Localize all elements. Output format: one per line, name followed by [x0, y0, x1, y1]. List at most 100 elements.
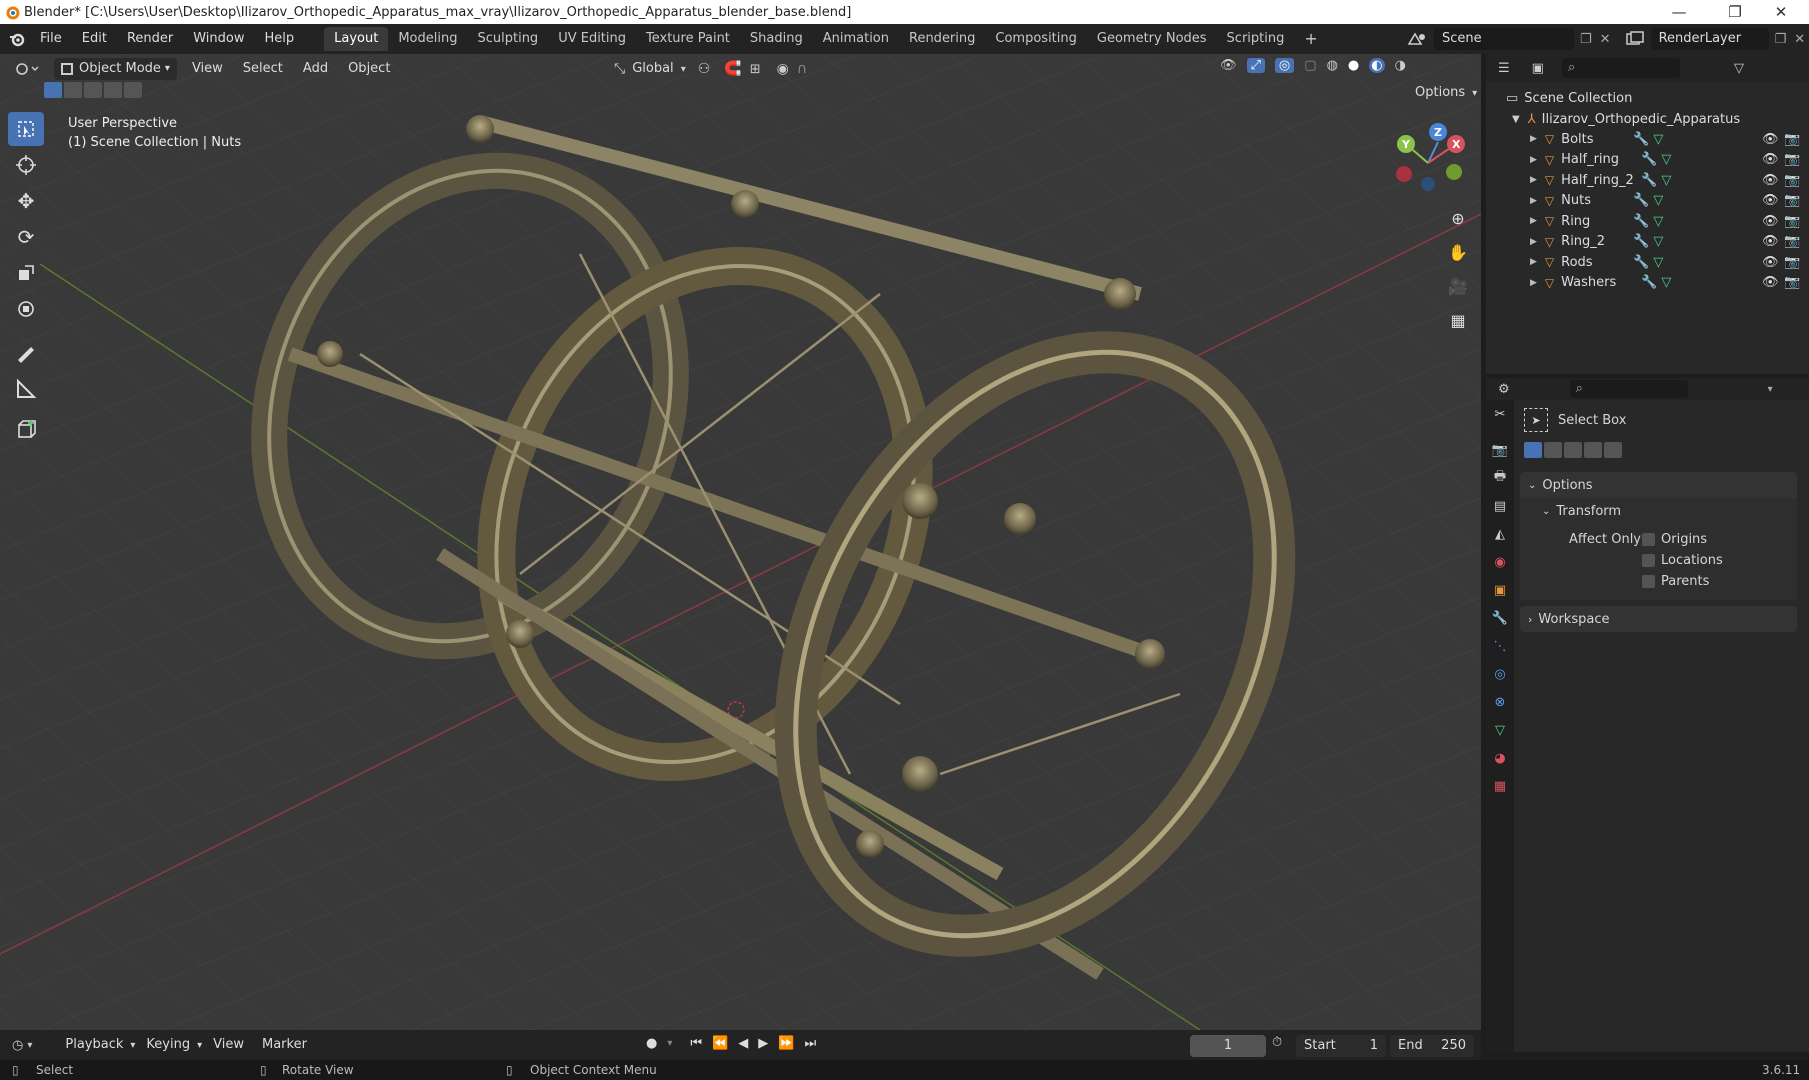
menu-help[interactable]: Help — [255, 24, 305, 54]
select-invert-icon[interactable] — [104, 82, 122, 98]
mesh-data-icon[interactable]: ▽ — [1653, 255, 1663, 270]
origins-checkbox[interactable]: Origins — [1642, 532, 1707, 547]
chevron-down-icon[interactable]: ▾ — [1768, 384, 1773, 395]
timeline-menu-marker[interactable]: Marker — [255, 1034, 314, 1056]
select-subtract-icon[interactable] — [84, 82, 102, 98]
expand-arrow-icon[interactable]: ▶ — [1530, 175, 1537, 185]
pan-hand-icon[interactable]: ✋ — [1444, 238, 1472, 266]
tab-layout[interactable]: Layout — [324, 27, 389, 51]
tab-data[interactable]: ▽ — [1486, 716, 1514, 744]
annotate-tool[interactable] — [8, 336, 44, 370]
minimize-button[interactable]: — — [1651, 0, 1707, 24]
xray-icon[interactable]: ▢ — [1304, 58, 1316, 73]
viewport-menu-object[interactable]: Object — [341, 58, 397, 80]
modifier-wrench-icon[interactable]: 🔧 — [1641, 152, 1657, 167]
tab-scripting[interactable]: Scripting — [1217, 27, 1295, 51]
mesh-data-icon[interactable]: ▽ — [1661, 152, 1671, 167]
outliner-collection-row[interactable]: ▼ ⅄ Ilizarov_Orthopedic_Apparatus — [1486, 109, 1809, 129]
pivot-point-icon[interactable]: ⚇ — [698, 61, 711, 77]
next-keyframe-icon[interactable]: ⏩ — [778, 1036, 794, 1051]
mesh-data-icon[interactable]: ▽ — [1661, 275, 1671, 290]
cursor-tool[interactable] — [8, 148, 44, 182]
camera-icon[interactable]: 📷 — [1784, 214, 1800, 229]
eye-icon[interactable]: 👁 — [1762, 132, 1779, 147]
parents-checkbox[interactable]: Parents — [1642, 574, 1709, 589]
camera-icon[interactable]: 📷 — [1784, 132, 1800, 147]
scene-icon[interactable] — [1406, 30, 1430, 48]
tool-select-new-icon[interactable] — [1524, 442, 1542, 458]
options-dropdown[interactable]: Options ▾ — [1408, 82, 1477, 104]
mesh-data-icon[interactable]: ▽ — [1653, 132, 1663, 147]
close-button[interactable]: ✕ — [1753, 0, 1809, 24]
camera-view-icon[interactable]: 🎥 — [1444, 272, 1472, 300]
options-panel-header[interactable]: ⌄ Options — [1520, 472, 1797, 498]
start-frame-field[interactable]: Start 1 — [1296, 1035, 1386, 1057]
tab-physics[interactable]: ◎ — [1486, 660, 1514, 688]
filter-icon[interactable]: ▽ — [1734, 61, 1744, 76]
delete-layer-icon[interactable]: ✕ — [1794, 32, 1805, 47]
play-icon[interactable]: ▶ — [758, 1036, 768, 1051]
stopwatch-icon[interactable]: ⏱ — [1272, 1035, 1282, 1050]
jump-start-icon[interactable]: ⏮ — [690, 1036, 702, 1051]
tab-scene[interactable]: ◭ — [1486, 520, 1514, 548]
mesh-data-icon[interactable]: ▽ — [1653, 234, 1663, 249]
tab-modeling[interactable]: Modeling — [388, 27, 467, 51]
tab-shading[interactable]: Shading — [740, 27, 813, 51]
timeline-editor-icon[interactable]: ◷ — [12, 1038, 23, 1053]
view-layer-icon[interactable] — [1625, 30, 1647, 48]
eye-icon[interactable]: 👁 — [1762, 152, 1779, 167]
falloff-icon[interactable]: ∩ — [797, 61, 807, 77]
scene-name-field[interactable]: Scene — [1434, 28, 1574, 50]
jump-end-icon[interactable]: ⏭ — [804, 1036, 816, 1051]
tab-object[interactable]: ▣ — [1486, 576, 1514, 604]
mesh-data-icon[interactable]: ▽ — [1661, 173, 1671, 188]
overlays-toggle-icon[interactable]: ◎ — [1274, 58, 1295, 73]
current-frame-field[interactable]: 1 — [1190, 1035, 1266, 1057]
eye-icon[interactable]: 👁 — [1762, 255, 1779, 270]
tab-output[interactable]: 🖶 — [1486, 464, 1514, 492]
tool-select-extend-icon[interactable] — [1544, 442, 1562, 458]
camera-icon[interactable]: 📷 — [1784, 173, 1800, 188]
outliner-scene-collection[interactable]: ▭ Scene Collection — [1486, 88, 1809, 108]
camera-icon[interactable]: 📷 — [1784, 255, 1800, 270]
object-mode-dropdown[interactable]: Object Mode ▾ — [54, 58, 177, 80]
tab-render[interactable]: 📷 — [1486, 436, 1514, 464]
expand-arrow-icon[interactable]: ▶ — [1530, 216, 1537, 226]
blender-menu-icon[interactable] — [8, 30, 26, 48]
timeline-menu-view[interactable]: View — [206, 1034, 251, 1056]
tool-select-subtract-icon[interactable] — [1564, 442, 1582, 458]
tab-rendering[interactable]: Rendering — [899, 27, 985, 51]
render-layer-field[interactable]: RenderLayer — [1650, 28, 1769, 50]
modifier-wrench-icon[interactable]: 🔧 — [1633, 214, 1649, 229]
transform-orientation-dropdown[interactable]: Global — [625, 58, 680, 80]
tab-texture-paint[interactable]: Texture Paint — [636, 27, 740, 51]
outliner-object-row[interactable]: ▶ ▽ Bolts 🔧 ▽ 👁 📷 — [1486, 129, 1809, 149]
properties-editor-icon[interactable]: ⚙ — [1498, 382, 1510, 397]
measure-tool[interactable] — [8, 372, 44, 406]
rotate-tool[interactable]: ⟳ — [8, 220, 44, 254]
expand-arrow-icon[interactable]: ▶ — [1530, 257, 1537, 267]
eye-icon[interactable]: 👁 — [1762, 193, 1779, 208]
select-box-tool[interactable] — [8, 112, 44, 146]
snap-icon[interactable]: 🧲 — [724, 61, 741, 77]
scale-tool[interactable] — [8, 256, 44, 290]
expand-arrow-icon[interactable]: ▼ — [1512, 114, 1520, 125]
expand-arrow-icon[interactable]: ▶ — [1530, 196, 1537, 206]
prev-keyframe-icon[interactable]: ⏪ — [712, 1036, 728, 1051]
display-mode-icon[interactable]: ▣ — [1532, 61, 1544, 76]
locations-checkbox[interactable]: Locations — [1642, 553, 1723, 568]
timeline-menu-playback[interactable]: Playback — [58, 1034, 130, 1056]
proportional-editing-icon[interactable]: ◉ — [777, 61, 789, 77]
tab-geometry-nodes[interactable]: Geometry Nodes — [1087, 27, 1217, 51]
visibility-icon[interactable]: 👁 — [1220, 58, 1237, 73]
outliner-object-row[interactable]: ▶ ▽ Half_ring 🔧 ▽ 👁 📷 — [1486, 150, 1809, 170]
outliner-search-input[interactable]: ⌕ — [1561, 58, 1680, 78]
material-shading-icon[interactable]: ◐ — [1369, 58, 1385, 73]
select-intersect-icon[interactable] — [124, 82, 142, 98]
viewport-menu-view[interactable]: View — [185, 58, 230, 80]
play-reverse-icon[interactable]: ◀ — [738, 1036, 748, 1051]
mesh-data-icon[interactable]: ▽ — [1653, 214, 1663, 229]
eye-icon[interactable]: 👁 — [1762, 214, 1779, 229]
transform-tool[interactable] — [8, 292, 44, 326]
tab-modifiers[interactable]: 🔧 — [1486, 604, 1514, 632]
